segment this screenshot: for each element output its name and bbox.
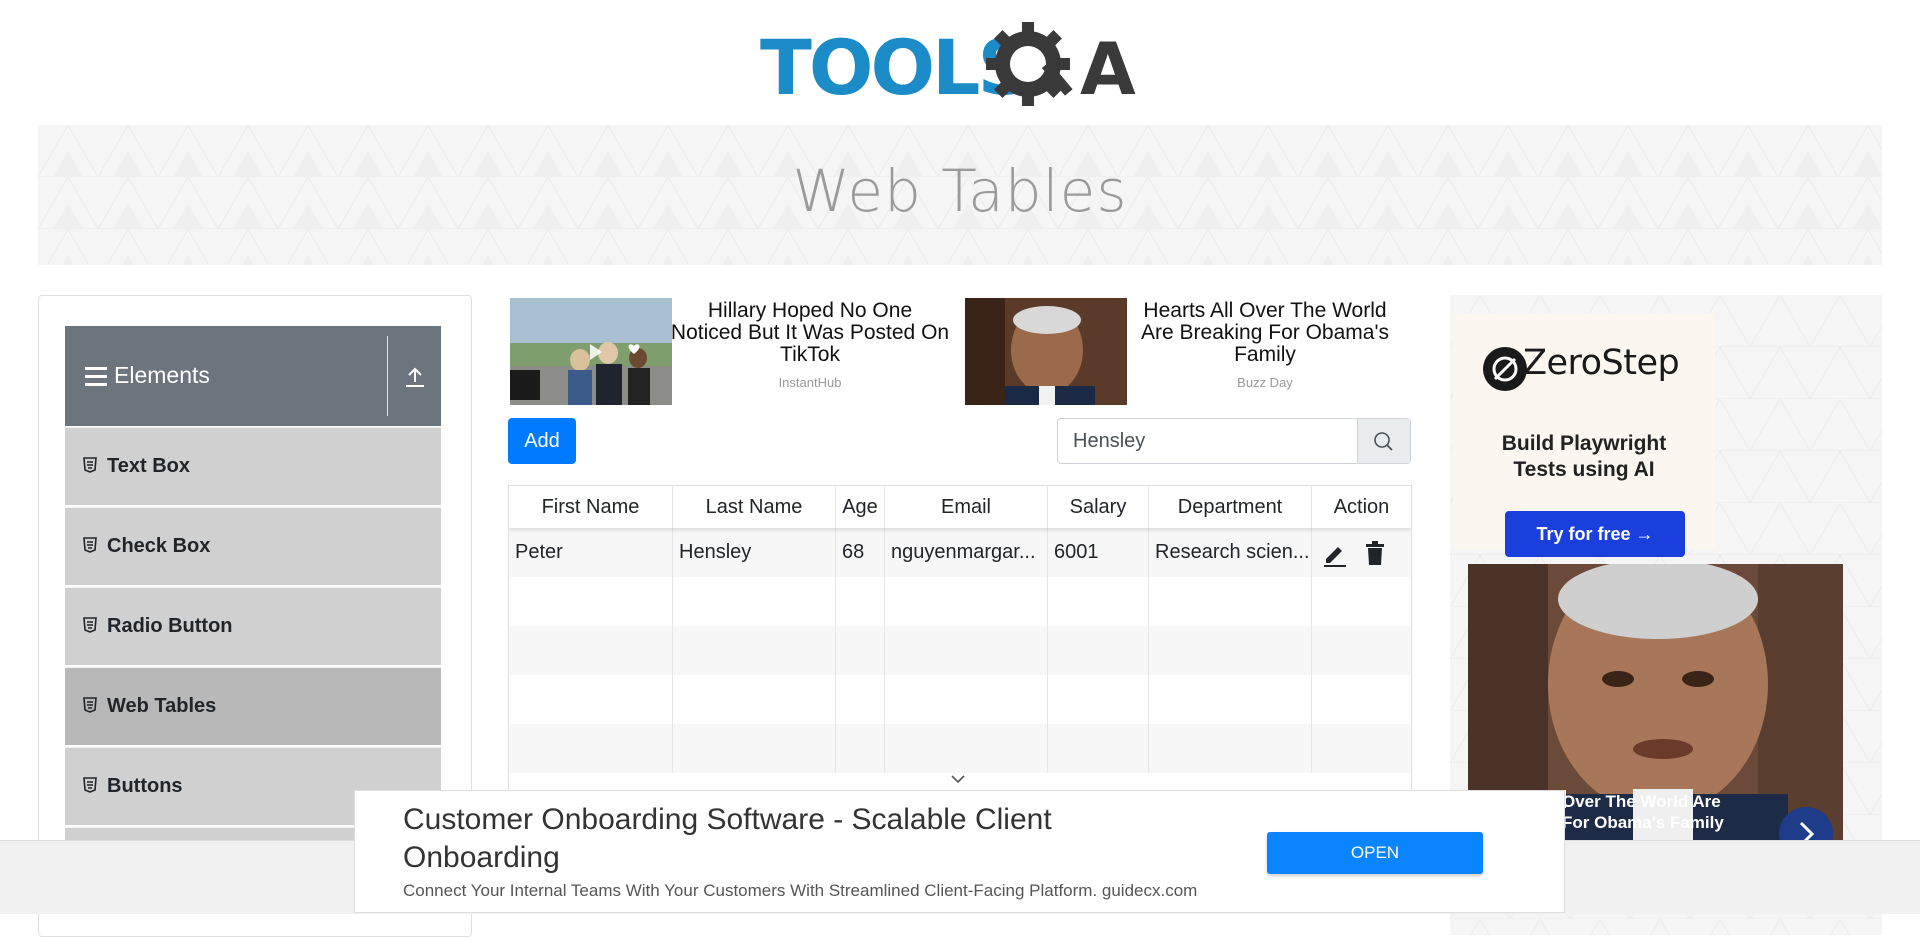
gear-icon <box>986 22 1073 106</box>
table-row-empty <box>509 724 1411 773</box>
cell-salary: 6001 <box>1048 528 1149 577</box>
web-table: First Name Last Name Age Email Salary De… <box>508 485 1412 793</box>
edit-icon[interactable] <box>1321 541 1347 567</box>
table-header: First Name Last Name Age Email Salary De… <box>509 486 1411 528</box>
ad-headline[interactable]: Hillary Hoped No One Noticed But It Was … <box>670 300 950 366</box>
cell-first-name: Peter <box>509 528 673 577</box>
column-header-department[interactable]: Department <box>1149 486 1312 528</box>
elements-group-header[interactable]: Elements <box>65 326 441 426</box>
brand-name: ZeroStep <box>1523 343 1680 383</box>
ad-source: Buzz Day <box>1237 375 1293 390</box>
html5-icon <box>83 777 97 793</box>
delete-icon[interactable] <box>1364 541 1386 567</box>
ad-description: Connect Your Internal Teams With Your Cu… <box>403 881 1198 900</box>
sidebar-item-check-box[interactable]: Check Box <box>65 507 441 585</box>
sidebar-item-label: Check Box <box>107 535 211 557</box>
cell-department: Research scien... <box>1149 528 1312 577</box>
zerostep-card[interactable]: ZeroStep Build Playwright Tests using AI… <box>1453 313 1715 557</box>
tagline-line: Build Playwright <box>1501 432 1667 455</box>
sidebar-item-label: Text Box <box>107 455 190 477</box>
column-header-salary[interactable]: Salary <box>1048 486 1149 528</box>
caption-line: Over The World Are <box>1562 792 1721 811</box>
sidebar-item-label: Web Tables <box>107 695 217 717</box>
html5-icon <box>83 457 97 473</box>
column-header-first-name[interactable]: First Name <box>509 486 673 528</box>
hamburger-icon <box>85 367 107 386</box>
sidebar-item-label: Radio Button <box>107 615 233 637</box>
zerostep-logo-icon <box>1483 347 1527 391</box>
svg-text:A: A <box>1080 27 1136 111</box>
upload-icon[interactable] <box>405 366 425 388</box>
search-icon <box>1374 432 1393 451</box>
ad-source: InstantHub <box>778 375 842 390</box>
table-row: Peter Hensley 68 nguyenmargar... 6001 Re… <box>509 528 1411 577</box>
divider <box>387 336 388 416</box>
html5-icon <box>83 617 97 633</box>
bottom-ad[interactable]: Customer Onboarding Software - Scalable … <box>354 790 1565 913</box>
chevron-down-icon[interactable] <box>950 773 966 785</box>
sidebar-item-text-box[interactable]: Text Box <box>65 427 441 505</box>
ad-thumbnail-video[interactable] <box>510 298 672 405</box>
cell-email: nguyenmargar... <box>885 528 1048 577</box>
page-banner: Web Tables <box>38 125 1882 265</box>
toolsqa-logo[interactable]: TOOLS A <box>760 18 1164 114</box>
ad-headline[interactable]: Customer Onboarding Software - Scalable … <box>403 801 1183 877</box>
cell-age: 68 <box>836 528 885 577</box>
open-button[interactable]: OPEN <box>1267 832 1483 874</box>
sidebar-item-web-tables[interactable]: Web Tables <box>65 667 441 745</box>
html5-icon <box>83 697 97 713</box>
html5-icon <box>83 537 97 553</box>
column-header-action: Action <box>1333 496 1390 518</box>
ad-caption[interactable]: Over The World Are For Obama's Family <box>1562 791 1724 833</box>
sidebar-item-label: Buttons <box>107 775 183 797</box>
column-header-email[interactable]: Email <box>885 486 1048 528</box>
tagline-line: Tests using AI <box>1513 458 1655 481</box>
cell-actions <box>1312 528 1411 577</box>
table-row-empty <box>509 626 1411 675</box>
ad-tagline: Build Playwright Tests using AI <box>1453 431 1715 483</box>
caption-line: For Obama's Family <box>1562 813 1724 832</box>
add-button[interactable]: Add <box>508 418 576 464</box>
table-row-empty <box>509 675 1411 724</box>
try-for-free-button[interactable]: Try for free → <box>1505 511 1685 557</box>
table-row-empty <box>509 577 1411 626</box>
ad-thumbnail-obama[interactable] <box>965 298 1127 405</box>
ad-headline[interactable]: Hearts All Over The World Are Breaking F… <box>1125 300 1405 366</box>
cell-last-name: Hensley <box>673 528 836 577</box>
search-box[interactable] <box>1057 418 1411 464</box>
search-button[interactable] <box>1357 419 1410 463</box>
column-header-age[interactable]: Age <box>836 486 885 528</box>
column-header-last-name[interactable]: Last Name <box>673 486 836 528</box>
sidebar-item-radio-button[interactable]: Radio Button <box>65 587 441 665</box>
group-title: Elements <box>114 362 210 388</box>
page-title: Web Tables <box>792 157 1128 225</box>
search-input[interactable] <box>1058 419 1358 463</box>
